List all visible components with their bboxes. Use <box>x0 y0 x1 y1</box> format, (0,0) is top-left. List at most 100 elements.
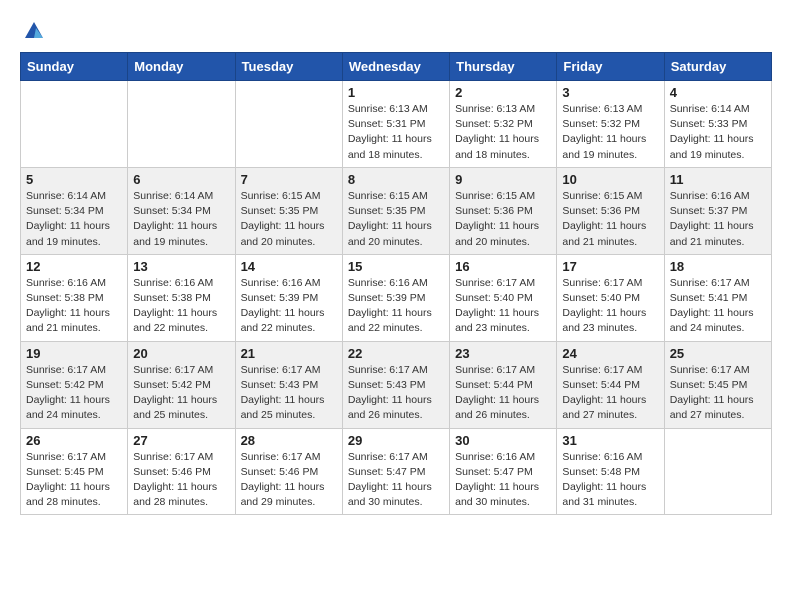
calendar-cell: 31 Sunrise: 6:16 AM Sunset: 5:48 PM Dayli… <box>557 428 664 515</box>
cell-info-text: Sunrise: 6:13 AM Sunset: 5:32 PM Dayligh… <box>455 102 551 163</box>
calendar-cell: 16 Sunrise: 6:17 AM Sunset: 5:40 PM Dayli… <box>450 254 557 341</box>
cell-day-number: 21 <box>241 346 337 361</box>
cell-info-text: Sunrise: 6:15 AM Sunset: 5:36 PM Dayligh… <box>455 189 551 250</box>
calendar-cell: 21 Sunrise: 6:17 AM Sunset: 5:43 PM Dayli… <box>235 341 342 428</box>
calendar-cell: 7 Sunrise: 6:15 AM Sunset: 5:35 PM Daylig… <box>235 167 342 254</box>
calendar-week-row: 19 Sunrise: 6:17 AM Sunset: 5:42 PM Dayli… <box>21 341 772 428</box>
cell-day-number: 14 <box>241 259 337 274</box>
calendar-cell <box>664 428 771 515</box>
cell-info-text: Sunrise: 6:16 AM Sunset: 5:39 PM Dayligh… <box>241 276 337 337</box>
calendar-cell <box>235 81 342 168</box>
cell-day-number: 19 <box>26 346 122 361</box>
cell-info-text: Sunrise: 6:17 AM Sunset: 5:43 PM Dayligh… <box>241 363 337 424</box>
cell-info-text: Sunrise: 6:17 AM Sunset: 5:40 PM Dayligh… <box>562 276 658 337</box>
calendar-cell: 29Sunrise: 6:17 AM Sunset: 5:47 PM Dayli… <box>342 428 449 515</box>
calendar-cell <box>128 81 235 168</box>
calendar-cell: 1Sunrise: 6:13 AM Sunset: 5:31 PM Daylig… <box>342 81 449 168</box>
cell-day-number: 4 <box>670 85 766 100</box>
calendar-cell: 19 Sunrise: 6:17 AM Sunset: 5:42 PM Dayli… <box>21 341 128 428</box>
day-of-week-header: Thursday <box>450 53 557 81</box>
calendar-cell: 23 Sunrise: 6:17 AM Sunset: 5:44 PM Dayli… <box>450 341 557 428</box>
cell-info-text: Sunrise: 6:17 AM Sunset: 5:45 PM Dayligh… <box>26 450 122 511</box>
calendar-cell: 24Sunrise: 6:17 AM Sunset: 5:44 PM Dayli… <box>557 341 664 428</box>
cell-info-text: Sunrise: 6:17 AM Sunset: 5:44 PM Dayligh… <box>562 363 658 424</box>
cell-day-number: 15 <box>348 259 444 274</box>
calendar-cell: 17 Sunrise: 6:17 AM Sunset: 5:40 PM Dayli… <box>557 254 664 341</box>
cell-day-number: 13 <box>133 259 229 274</box>
cell-day-number: 6 <box>133 172 229 187</box>
calendar-cell: 30 Sunrise: 6:16 AM Sunset: 5:47 PM Dayli… <box>450 428 557 515</box>
cell-info-text: Sunrise: 6:17 AM Sunset: 5:47 PM Dayligh… <box>348 450 444 511</box>
calendar-cell: 15 Sunrise: 6:16 AM Sunset: 5:39 PM Dayli… <box>342 254 449 341</box>
calendar-cell: 22 Sunrise: 6:17 AM Sunset: 5:43 PM Dayli… <box>342 341 449 428</box>
calendar-cell: 25Sunrise: 6:17 AM Sunset: 5:45 PM Dayli… <box>664 341 771 428</box>
calendar-cell: 4 Sunrise: 6:14 AM Sunset: 5:33 PM Daylig… <box>664 81 771 168</box>
cell-day-number: 20 <box>133 346 229 361</box>
calendar-cell: 2Sunrise: 6:13 AM Sunset: 5:32 PM Daylig… <box>450 81 557 168</box>
cell-day-number: 8 <box>348 172 444 187</box>
cell-info-text: Sunrise: 6:17 AM Sunset: 5:44 PM Dayligh… <box>455 363 551 424</box>
calendar-cell: 20 Sunrise: 6:17 AM Sunset: 5:42 PM Dayli… <box>128 341 235 428</box>
day-of-week-header: Tuesday <box>235 53 342 81</box>
cell-day-number: 17 <box>562 259 658 274</box>
cell-info-text: Sunrise: 6:17 AM Sunset: 5:42 PM Dayligh… <box>26 363 122 424</box>
calendar-week-row: 1Sunrise: 6:13 AM Sunset: 5:31 PM Daylig… <box>21 81 772 168</box>
cell-info-text: Sunrise: 6:14 AM Sunset: 5:33 PM Dayligh… <box>670 102 766 163</box>
calendar-cell: 27Sunrise: 6:17 AM Sunset: 5:46 PM Dayli… <box>128 428 235 515</box>
calendar-cell: 6 Sunrise: 6:14 AM Sunset: 5:34 PM Daylig… <box>128 167 235 254</box>
cell-info-text: Sunrise: 6:16 AM Sunset: 5:39 PM Dayligh… <box>348 276 444 337</box>
cell-info-text: Sunrise: 6:15 AM Sunset: 5:36 PM Dayligh… <box>562 189 658 250</box>
cell-day-number: 7 <box>241 172 337 187</box>
cell-info-text: Sunrise: 6:15 AM Sunset: 5:35 PM Dayligh… <box>348 189 444 250</box>
calendar-cell: 28 Sunrise: 6:17 AM Sunset: 5:46 PM Dayli… <box>235 428 342 515</box>
calendar-header-row: SundayMondayTuesdayWednesdayThursdayFrid… <box>21 53 772 81</box>
cell-day-number: 16 <box>455 259 551 274</box>
cell-day-number: 28 <box>241 433 337 448</box>
day-of-week-header: Monday <box>128 53 235 81</box>
cell-day-number: 9 <box>455 172 551 187</box>
calendar-cell: 11Sunrise: 6:16 AM Sunset: 5:37 PM Dayli… <box>664 167 771 254</box>
logo <box>20 20 45 42</box>
calendar-cell: 3 Sunrise: 6:13 AM Sunset: 5:32 PM Daylig… <box>557 81 664 168</box>
cell-info-text: Sunrise: 6:15 AM Sunset: 5:35 PM Dayligh… <box>241 189 337 250</box>
cell-day-number: 25 <box>670 346 766 361</box>
calendar-cell: 9 Sunrise: 6:15 AM Sunset: 5:36 PM Daylig… <box>450 167 557 254</box>
cell-info-text: Sunrise: 6:17 AM Sunset: 5:42 PM Dayligh… <box>133 363 229 424</box>
cell-day-number: 22 <box>348 346 444 361</box>
calendar-cell: 13 Sunrise: 6:16 AM Sunset: 5:38 PM Dayli… <box>128 254 235 341</box>
day-of-week-header: Saturday <box>664 53 771 81</box>
cell-day-number: 10 <box>562 172 658 187</box>
cell-day-number: 11 <box>670 172 766 187</box>
day-of-week-header: Sunday <box>21 53 128 81</box>
cell-info-text: Sunrise: 6:14 AM Sunset: 5:34 PM Dayligh… <box>133 189 229 250</box>
calendar: SundayMondayTuesdayWednesdayThursdayFrid… <box>20 52 772 515</box>
cell-day-number: 23 <box>455 346 551 361</box>
calendar-week-row: 26Sunrise: 6:17 AM Sunset: 5:45 PM Dayli… <box>21 428 772 515</box>
cell-day-number: 31 <box>562 433 658 448</box>
header <box>20 20 772 42</box>
calendar-week-row: 5 Sunrise: 6:14 AM Sunset: 5:34 PM Daylig… <box>21 167 772 254</box>
logo-icon <box>23 20 45 42</box>
calendar-cell: 26Sunrise: 6:17 AM Sunset: 5:45 PM Dayli… <box>21 428 128 515</box>
cell-info-text: Sunrise: 6:17 AM Sunset: 5:40 PM Dayligh… <box>455 276 551 337</box>
cell-info-text: Sunrise: 6:16 AM Sunset: 5:48 PM Dayligh… <box>562 450 658 511</box>
cell-day-number: 1 <box>348 85 444 100</box>
cell-day-number: 30 <box>455 433 551 448</box>
cell-day-number: 12 <box>26 259 122 274</box>
cell-info-text: Sunrise: 6:16 AM Sunset: 5:47 PM Dayligh… <box>455 450 551 511</box>
calendar-cell: 14 Sunrise: 6:16 AM Sunset: 5:39 PM Dayli… <box>235 254 342 341</box>
cell-info-text: Sunrise: 6:17 AM Sunset: 5:46 PM Dayligh… <box>241 450 337 511</box>
calendar-cell: 18Sunrise: 6:17 AM Sunset: 5:41 PM Dayli… <box>664 254 771 341</box>
cell-day-number: 3 <box>562 85 658 100</box>
cell-info-text: Sunrise: 6:16 AM Sunset: 5:38 PM Dayligh… <box>133 276 229 337</box>
calendar-week-row: 12 Sunrise: 6:16 AM Sunset: 5:38 PM Dayli… <box>21 254 772 341</box>
day-of-week-header: Friday <box>557 53 664 81</box>
cell-info-text: Sunrise: 6:16 AM Sunset: 5:38 PM Dayligh… <box>26 276 122 337</box>
cell-day-number: 5 <box>26 172 122 187</box>
page: SundayMondayTuesdayWednesdayThursdayFrid… <box>0 0 792 525</box>
cell-info-text: Sunrise: 6:14 AM Sunset: 5:34 PM Dayligh… <box>26 189 122 250</box>
cell-info-text: Sunrise: 6:13 AM Sunset: 5:32 PM Dayligh… <box>562 102 658 163</box>
day-of-week-header: Wednesday <box>342 53 449 81</box>
cell-day-number: 18 <box>670 259 766 274</box>
cell-info-text: Sunrise: 6:17 AM Sunset: 5:43 PM Dayligh… <box>348 363 444 424</box>
